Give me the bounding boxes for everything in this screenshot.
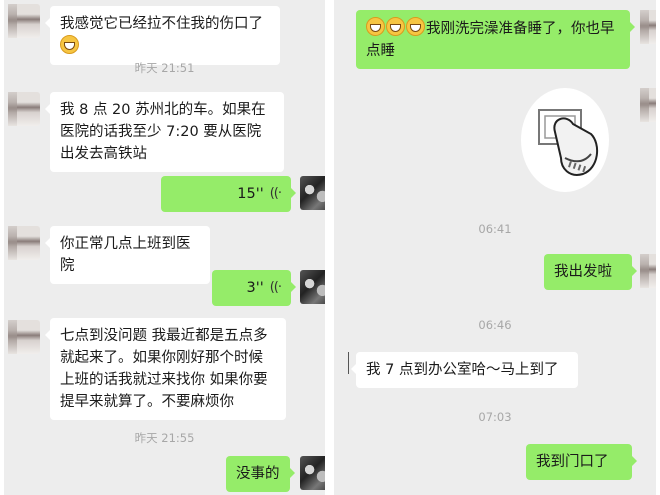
contact-avatar[interactable] — [8, 226, 40, 260]
voice-wave-icon: ((· — [269, 186, 282, 201]
incoming-message[interactable]: 我 8 点 20 苏州北的车。如果在医院的话我至少 7:20 要从医院出发去高铁… — [45, 92, 284, 172]
message-text: 我出发啦 — [554, 264, 612, 280]
message-text: 七点到没问题 我最近都是五点多就起来了。如果你刚好那个时候上班的话我就过来找你 … — [60, 328, 268, 410]
message-text: 我 8 点 20 苏州北的车。如果在医院的话我至少 7:20 要从医院出发去高铁… — [60, 102, 266, 162]
my-avatar[interactable] — [300, 270, 325, 304]
outgoing-message[interactable]: 没事的 — [226, 456, 295, 492]
incoming-message[interactable]: 我感觉它已经拉不住我的伤口了 — [45, 6, 280, 65]
message-text: 没事的 — [236, 466, 280, 482]
outgoing-message[interactable]: 我刚洗完澡准备睡了，你也早点睡 — [356, 10, 635, 69]
contact-avatar-right[interactable] — [640, 10, 656, 44]
timestamp: 昨天 21:55 — [134, 431, 195, 445]
my-avatar[interactable] — [300, 456, 325, 490]
contact-avatar[interactable] — [8, 4, 40, 38]
message-text: 我感觉它已经拉不住我的伤口了 — [60, 16, 263, 32]
voice-duration: 3'' — [246, 280, 264, 296]
chat-edge-marker — [348, 352, 349, 374]
timestamp: 06:46 — [478, 318, 512, 332]
hand-sticker-icon — [538, 109, 599, 176]
voice-message[interactable]: 15'' ((· — [161, 176, 296, 212]
cartoon-hand-sticker[interactable] — [521, 88, 609, 192]
voice-duration: 15'' — [237, 186, 264, 202]
chat-panel-right: 我刚洗完澡准备睡了，你也早点睡 06:41 我出发啦 06:46 我 7 点到办… — [334, 0, 656, 495]
voice-message[interactable]: 3'' ((· — [212, 270, 296, 306]
contact-avatar-right[interactable] — [640, 254, 656, 288]
grin-emoji-icon — [406, 17, 425, 36]
message-text: 我 7 点到办公室哈～马上到了 — [366, 362, 559, 378]
grin-emoji-icon — [366, 17, 385, 36]
timestamp: 昨天 21:51 — [134, 61, 195, 75]
outgoing-message[interactable]: 我出发啦 — [544, 254, 637, 290]
incoming-message[interactable]: 你正常几点上班到医院 — [45, 226, 210, 284]
incoming-message[interactable]: 七点到没问题 我最近都是五点多就起来了。如果你刚好那个时候上班的话我就过来找你 … — [45, 318, 286, 420]
chat-panel-left: 我感觉它已经拉不住我的伤口了 昨天 21:51 我 8 点 20 苏州北的车。如… — [4, 0, 325, 495]
crying-emoji-icon — [60, 35, 79, 54]
contact-avatar-right[interactable] — [640, 88, 656, 122]
grin-emoji-icon — [386, 17, 405, 36]
incoming-message[interactable]: 我 7 点到办公室哈～马上到了 — [351, 352, 578, 388]
contact-avatar[interactable] — [8, 320, 40, 354]
contact-avatar[interactable] — [8, 92, 40, 126]
message-text: 我到门口了 — [536, 454, 609, 470]
timestamp: 06:41 — [478, 222, 512, 236]
my-avatar[interactable] — [300, 176, 325, 210]
message-text: 你正常几点上班到医院 — [60, 236, 191, 274]
outgoing-message[interactable]: 我到门口了 — [526, 444, 637, 480]
voice-wave-icon: ((· — [269, 280, 282, 295]
timestamp: 07:03 — [478, 410, 512, 424]
